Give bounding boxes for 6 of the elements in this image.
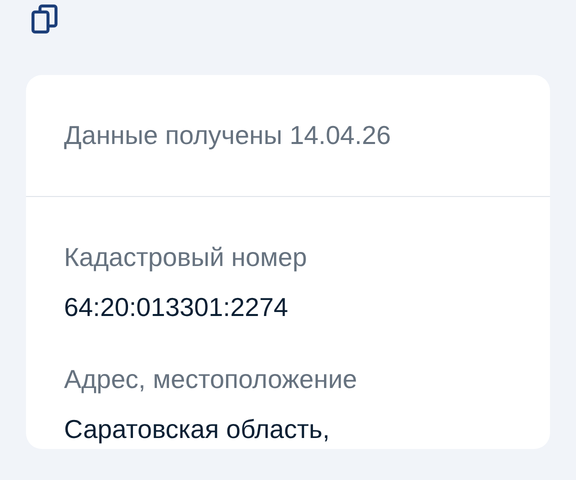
copy-icon[interactable] <box>30 3 60 35</box>
data-received-date: Данные получены 14.04.26 <box>64 119 392 152</box>
field-label: Кадастровый номер <box>64 241 307 274</box>
field-value: Саратовская область, <box>64 413 330 446</box>
field-label: Адрес, местоположение <box>64 363 358 396</box>
field-value: 64:20:013301:2274 <box>64 291 288 324</box>
